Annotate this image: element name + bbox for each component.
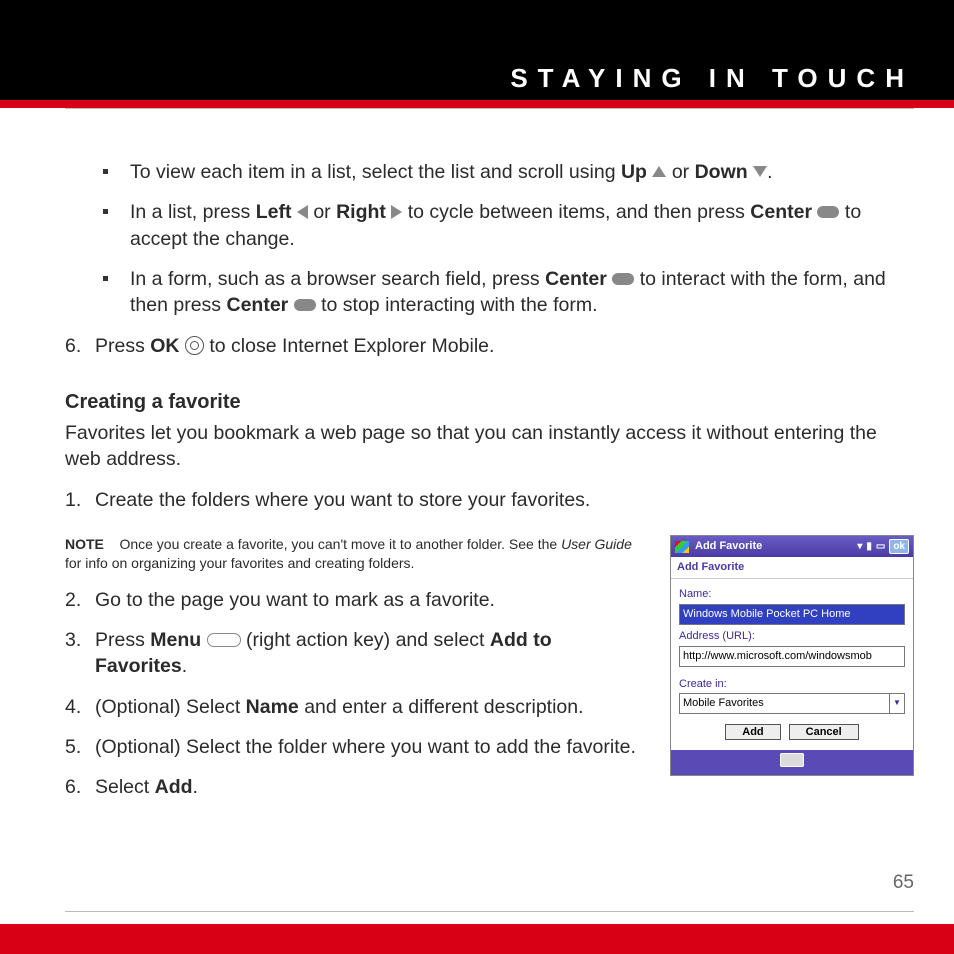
bullet-item: In a list, press Left or Right to cycle … [65, 199, 914, 252]
step-text: (Optional) Select the folder where you w… [95, 734, 645, 760]
note-block: NOTE Once you create a favorite, you can… [65, 535, 645, 573]
text: . [193, 776, 198, 798]
left-icon [297, 205, 308, 219]
bullet-marker [103, 209, 108, 214]
footer-red-bar [0, 924, 954, 954]
text: to cycle between items, and then press [408, 201, 751, 223]
key-label-up: Up [621, 161, 647, 183]
key-label-center: Center [750, 201, 812, 223]
step-item: 6. Select Add. [65, 774, 645, 800]
name-label: Name: [679, 587, 905, 602]
center-icon [294, 299, 316, 311]
step-number: 5. [65, 734, 95, 760]
name-field[interactable]: Windows Mobile Pocket PC Home [679, 604, 905, 625]
bullet-marker [103, 169, 108, 174]
key-label-left: Left [256, 201, 292, 223]
key-label-menu: Menu [150, 629, 201, 651]
createin-field[interactable]: Mobile Favorites [679, 693, 890, 714]
inset-screenshot: Add Favorite ▾ ▮ ▭ ok Add Favorite Name:… [670, 535, 914, 776]
text: and enter a different description. [299, 696, 584, 718]
text: In a list, press [130, 201, 256, 223]
bullet-item: In a form, such as a browser search fiel… [65, 266, 914, 319]
section-title: STAYING IN TOUCH [510, 63, 914, 94]
text: (Optional) Select [95, 696, 246, 718]
step-item: 1. Create the folders where you want to … [65, 487, 914, 513]
inset-titlebar: Add Favorite ▾ ▮ ▭ ok [671, 536, 913, 558]
header-red-bar [0, 100, 954, 108]
keyboard-icon[interactable] [780, 753, 804, 767]
intro-paragraph: Favorites let you bookmark a web page so… [65, 420, 914, 473]
text: (right action key) and select [246, 629, 490, 651]
step-number: 3. [65, 627, 95, 653]
note-text: Once you create a favorite, you can't mo… [119, 536, 561, 552]
step-number: 1. [65, 487, 95, 513]
menu-key-icon [207, 633, 241, 647]
step-text: Go to the page you want to mark as a fav… [95, 587, 645, 613]
page-number: 65 [893, 872, 914, 894]
dropdown-arrow-icon[interactable]: ▼ [890, 693, 905, 714]
battery-icon: ▭ [876, 540, 885, 554]
inset-title: Add Favorite [695, 539, 762, 554]
text: Press [95, 335, 150, 357]
right-icon [391, 205, 402, 219]
step-number: 2. [65, 587, 95, 613]
windows-flag-icon [675, 541, 689, 553]
center-icon [817, 206, 839, 218]
step-number: 6. [65, 774, 95, 800]
key-label-center: Center [226, 294, 288, 316]
key-label-right: Right [336, 201, 386, 223]
antenna-icon: ▮ [866, 540, 872, 554]
text: In a form, such as a browser search fiel… [130, 268, 545, 290]
url-field[interactable]: http://www.microsoft.com/windowsmob [679, 646, 905, 667]
signal-icon: ▾ [857, 540, 862, 554]
field-name: Name [246, 696, 299, 718]
step-number: 4. [65, 694, 95, 720]
text: Press [95, 629, 150, 651]
createin-label: Create in: [679, 677, 905, 692]
text: To view each item in a list, select the … [130, 161, 621, 183]
text: to stop interacting with the form. [321, 294, 597, 316]
step-number: 6. [65, 333, 95, 359]
url-label: Address (URL): [679, 629, 905, 644]
add-button[interactable]: Add [725, 724, 780, 740]
down-icon [753, 166, 767, 177]
cancel-button[interactable]: Cancel [789, 724, 859, 740]
step-item: 3. Press Menu (right action key) and sel… [65, 627, 645, 680]
ok-button[interactable]: ok [889, 539, 909, 555]
footer-divider [65, 911, 914, 912]
bullet-marker [103, 276, 108, 281]
up-icon [652, 166, 666, 177]
button-name: Add [155, 776, 193, 798]
text: Select [95, 776, 155, 798]
header-black-bar: STAYING IN TOUCH [0, 0, 954, 100]
note-text: for info on organizing your favorites an… [65, 555, 414, 571]
sip-bar [671, 750, 913, 775]
key-label-down: Down [695, 161, 748, 183]
note-label: NOTE [65, 536, 104, 552]
step-item: 5. (Optional) Select the folder where yo… [65, 734, 645, 760]
page-content: To view each item in a list, select the … [0, 109, 954, 814]
ok-icon [185, 336, 204, 355]
text: . [767, 161, 772, 183]
inset-subheading: Add Favorite [671, 557, 913, 579]
key-label-center: Center [545, 268, 607, 290]
subsection-heading: Creating a favorite [65, 389, 914, 416]
step-item: 2. Go to the page you want to mark as a … [65, 587, 645, 613]
bullet-list: To view each item in a list, select the … [65, 159, 914, 319]
text: or [672, 161, 695, 183]
bullet-item: To view each item in a list, select the … [65, 159, 914, 185]
text: or [313, 201, 336, 223]
center-icon [612, 273, 634, 285]
key-label-ok: OK [150, 335, 179, 357]
step-item: 4. (Optional) Select Name and enter a di… [65, 694, 645, 720]
step-text: Create the folders where you want to sto… [95, 487, 914, 513]
step-item: 6. Press OK to close Internet Explorer M… [65, 333, 914, 359]
text: . [182, 655, 187, 677]
note-italic: User Guide [561, 536, 632, 552]
text: to close Internet Explorer Mobile. [209, 335, 494, 357]
